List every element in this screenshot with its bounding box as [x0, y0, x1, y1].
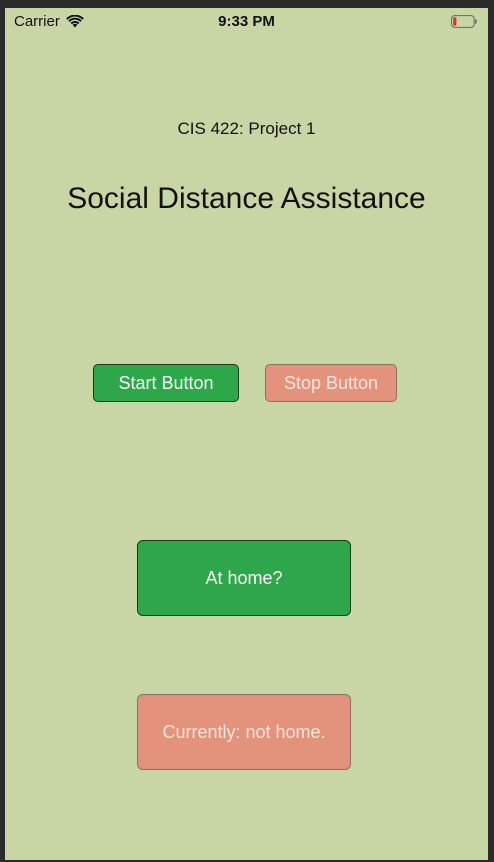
- home-status-label: Currently: not home.: [137, 694, 351, 770]
- battery-low-icon: [451, 15, 477, 28]
- app-screen: Carrier 9:33 PM CIS 422: Project 1 Socia…: [5, 8, 488, 860]
- stop-button[interactable]: Stop Button: [265, 364, 397, 402]
- at-home-button[interactable]: At home?: [137, 540, 351, 616]
- status-time: 9:33 PM: [218, 13, 275, 30]
- status-bar: Carrier 9:33 PM: [5, 8, 488, 36]
- page-title: Social Distance Assistance: [67, 182, 426, 215]
- project-subtitle: CIS 422: Project 1: [177, 119, 316, 138]
- device-frame: Carrier 9:33 PM CIS 422: Project 1 Socia…: [0, 0, 494, 862]
- start-button[interactable]: Start Button: [93, 364, 239, 402]
